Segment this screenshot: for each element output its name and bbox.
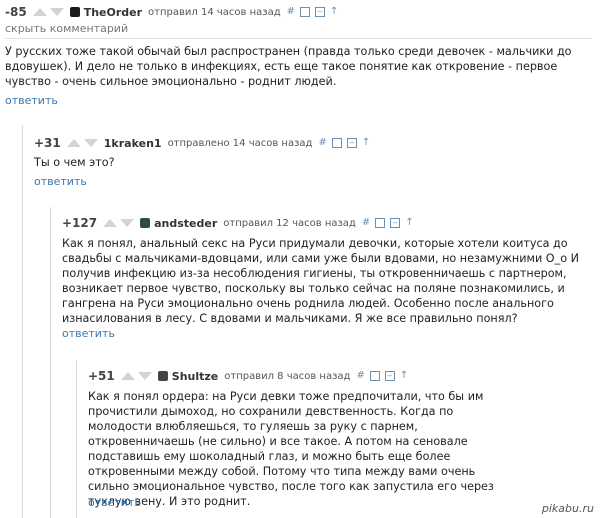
hash-icon[interactable]: # <box>356 371 364 381</box>
comment-shultze: +51 Shultze отправил 8 часов назад # − ↑… <box>0 0 600 518</box>
downvote-arrow-icon[interactable] <box>137 372 152 380</box>
parent-arrow-icon[interactable]: ↑ <box>400 371 408 381</box>
comment-author[interactable]: Shultze <box>172 370 218 383</box>
comment-header: +51 Shultze отправил 8 часов назад # − ↑ <box>88 369 408 383</box>
save-icon[interactable] <box>369 371 380 381</box>
site-watermark: pikabu.ru <box>541 502 594 515</box>
upvote-arrow-icon[interactable] <box>120 372 135 380</box>
comment-time[interactable]: отправил 8 часов назад <box>224 371 350 382</box>
avatar[interactable] <box>157 371 168 381</box>
comment-rating: +51 <box>88 369 115 383</box>
comment-text: Как я понял ордера: на Руси девки тоже п… <box>88 390 494 508</box>
reply-link[interactable]: ответить <box>88 496 141 509</box>
collapse-icon[interactable]: − <box>384 371 395 381</box>
